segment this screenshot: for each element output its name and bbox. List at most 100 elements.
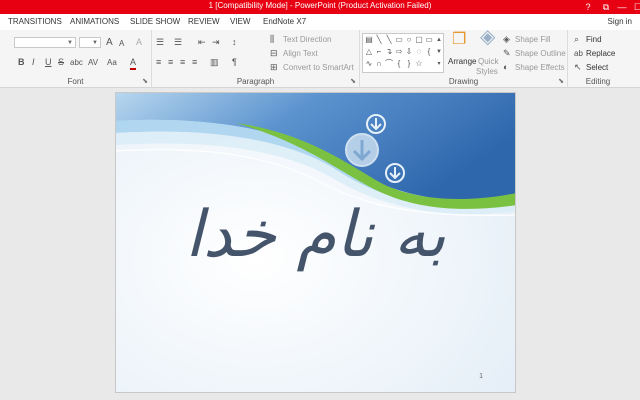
oval-shape-icon[interactable]: ○	[404, 35, 414, 45]
font-name-combo[interactable]: ▼	[14, 37, 76, 48]
tab-slide-show[interactable]: SLIDE SHOW	[130, 17, 180, 26]
align-center-icon[interactable]: ≡	[168, 57, 173, 68]
align-left-icon[interactable]: ≡	[156, 57, 161, 68]
freeform-shape-icon[interactable]: ∿	[364, 59, 374, 69]
drawing-group-label: Drawing	[448, 77, 479, 86]
connector-shape-icon[interactable]: ⌐	[374, 47, 384, 57]
smartart-icon: ⊞	[270, 62, 278, 72]
rounded-rect-shape-icon[interactable]: ▢	[414, 35, 424, 45]
italic-button[interactable]: I	[32, 57, 35, 68]
text-shadow-button[interactable]: abc	[70, 57, 83, 68]
rectangle-shape-icon[interactable]: ▭	[424, 35, 434, 45]
bullets-icon[interactable]: ☰	[156, 37, 164, 48]
gallery-scroll-up-icon[interactable]: ▲	[434, 35, 444, 45]
change-case-button[interactable]: Aa	[107, 57, 117, 68]
shrink-font-button[interactable]: A	[119, 38, 124, 49]
font-color-button[interactable]: A	[130, 57, 137, 70]
arc-shape-icon[interactable]: ⌒	[384, 59, 394, 69]
font-size-combo[interactable]: ▼	[79, 37, 101, 48]
align-text-icon: ⊟	[270, 48, 278, 58]
line-shape-icon[interactable]: ╲	[374, 35, 384, 45]
rtl-direction-icon[interactable]: ¶	[232, 57, 237, 68]
tab-view[interactable]: VIEW	[230, 17, 250, 26]
shapes-gallery[interactable]: ▤ ╲ ╲ ▭ ○ ▢ ▭ △ ⌐ ↴ ⇨ ⇩ ◌ { ∿ ∩ ⌒ { } ☆ …	[362, 33, 444, 73]
gallery-more-icon[interactable]: ▾	[434, 59, 444, 69]
shape-effects-icon: ◐	[503, 62, 509, 72]
brace-shape-icon[interactable]: }	[404, 59, 414, 69]
align-text-button[interactable]: Align Text	[283, 48, 318, 59]
arrange-button[interactable]: Arrange	[448, 56, 476, 67]
font-group-label: Font	[67, 77, 84, 86]
text-direction-button[interactable]: Text Direction	[283, 34, 331, 45]
maximize-button[interactable]: ☐	[628, 0, 640, 14]
ribbon: ▼ ▼ A A A B I U S abc AV Aa A Font ⬊ ☰ ☰…	[0, 27, 640, 88]
tab-animations[interactable]: ANIMATIONS	[70, 17, 119, 26]
dialog-launcher-icon[interactable]: ⬊	[142, 77, 148, 85]
help-button[interactable]: ?	[578, 0, 598, 14]
paragraph-group: ☰ ☰ ⇤ ⇥ ↕ ≡ ≡ ≡ ≡ ▥ ¶ ⫼ Text Direction ⊟…	[152, 30, 360, 88]
dialog-launcher-icon[interactable]: ⬊	[350, 77, 356, 85]
underline-button[interactable]: U	[45, 57, 52, 68]
tab-endnote[interactable]: EndNote X7	[263, 17, 306, 26]
replace-icon: ab	[574, 49, 583, 58]
title-bar: 1 [Compatibility Mode] - PowerPoint (Pro…	[0, 0, 640, 14]
editing-group: ⌕ Find ab Replace ↖ Select Editing	[568, 30, 628, 88]
dialog-launcher-icon[interactable]: ⬊	[558, 77, 564, 85]
align-right-icon[interactable]: ≡	[180, 57, 185, 68]
rectangle-shape-icon[interactable]: ▭	[394, 35, 404, 45]
text-direction-icon: ⫼	[270, 34, 275, 44]
paragraph-group-label: Paragraph	[236, 77, 275, 86]
select-button[interactable]: Select	[586, 62, 608, 73]
ribbon-tabs: TRANSITIONS ANIMATIONS SLIDE SHOW REVIEW…	[0, 14, 640, 30]
arrange-icon[interactable]: ❐	[452, 32, 466, 48]
drawing-group: ▤ ╲ ╲ ▭ ○ ▢ ▭ △ ⌐ ↴ ⇨ ⇩ ◌ { ∿ ∩ ⌒ { } ☆ …	[360, 27, 568, 88]
curve-shape-icon[interactable]: ∩	[374, 59, 384, 69]
slide-editor: به نام خدا 1	[0, 89, 640, 400]
down-arrow-shape-icon[interactable]: ⇩	[404, 47, 414, 57]
character-spacing-button[interactable]: AV	[88, 57, 98, 68]
shape-effects-button[interactable]: Shape Effects	[515, 62, 565, 73]
editing-group-label: Editing	[585, 77, 611, 86]
replace-button[interactable]: Replace	[586, 48, 615, 59]
strikethrough-button[interactable]: S	[58, 57, 64, 68]
slide-canvas[interactable]: به نام خدا 1	[115, 92, 516, 393]
quick-styles-icon[interactable]: ◈	[480, 27, 495, 47]
chevron-down-icon: ▼	[92, 40, 98, 46]
sign-in-link[interactable]: Sign in	[608, 17, 632, 26]
star-shape-icon[interactable]: ☆	[414, 59, 424, 69]
window-title: 1 [Compatibility Mode] - PowerPoint (Pro…	[208, 1, 432, 10]
font-group: ▼ ▼ A A A B I U S abc AV Aa A Font ⬊	[0, 30, 152, 88]
increase-indent-icon[interactable]: ⇥	[212, 37, 220, 48]
find-icon: ⌕	[574, 34, 580, 44]
chevron-down-icon: ▼	[67, 40, 73, 46]
columns-icon[interactable]: ▥	[210, 57, 219, 68]
slide-number: 1	[479, 373, 483, 380]
select-icon: ↖	[574, 62, 582, 72]
numbering-icon[interactable]: ☰	[174, 37, 182, 48]
justify-icon[interactable]: ≡	[192, 57, 197, 68]
triangle-shape-icon[interactable]: △	[364, 47, 374, 57]
tab-transitions[interactable]: TRANSITIONS	[8, 17, 62, 26]
clear-formatting-button[interactable]: A	[136, 37, 142, 48]
slide-title-text[interactable]: به نام خدا	[116, 198, 515, 272]
bold-button[interactable]: B	[18, 57, 25, 68]
elbow-connector-icon[interactable]: ↴	[384, 47, 394, 57]
brace-shape-icon[interactable]: {	[394, 59, 404, 69]
right-arrow-shape-icon[interactable]: ⇨	[394, 47, 404, 57]
callout-shape-icon[interactable]: ◌	[414, 47, 424, 57]
line-spacing-icon[interactable]: ↕	[232, 37, 237, 48]
brace-shape-icon[interactable]: {	[424, 47, 434, 57]
textbox-shape-icon[interactable]: ▤	[364, 35, 374, 45]
grow-font-button[interactable]: A	[106, 37, 113, 48]
gallery-scroll-down-icon[interactable]: ▼	[434, 47, 444, 57]
tab-review[interactable]: REVIEW	[188, 17, 220, 26]
shape-outline-button[interactable]: Shape Outline	[515, 48, 566, 59]
shape-outline-icon: ✎	[503, 48, 511, 58]
quick-styles-label-2[interactable]: Styles	[476, 66, 498, 77]
line-shape-icon[interactable]: ╲	[384, 35, 394, 45]
decrease-indent-icon[interactable]: ⇤	[198, 37, 206, 48]
convert-smartart-button[interactable]: Convert to SmartArt	[283, 62, 354, 73]
down-arrow-icon	[345, 133, 379, 167]
find-button[interactable]: Find	[586, 34, 602, 45]
shape-fill-button[interactable]: Shape Fill	[515, 34, 551, 45]
